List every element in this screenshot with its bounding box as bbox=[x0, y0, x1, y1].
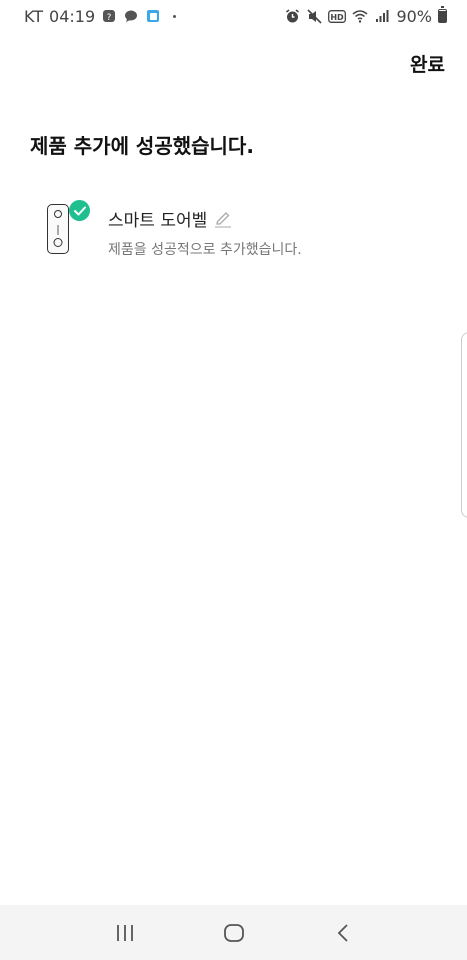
mute-icon bbox=[306, 8, 322, 24]
chat-icon bbox=[123, 8, 139, 24]
app-icon: ? bbox=[101, 8, 117, 24]
device-thumbnail bbox=[40, 200, 96, 260]
clock: 04:19 bbox=[49, 6, 96, 26]
carrier-label: KT bbox=[24, 6, 44, 26]
done-button[interactable]: 완료 bbox=[406, 46, 449, 81]
signal-icon bbox=[374, 8, 390, 24]
wifi-icon bbox=[352, 8, 368, 24]
battery-percent: 90% bbox=[396, 6, 432, 26]
home-icon bbox=[223, 923, 244, 942]
doorbell-device-icon bbox=[47, 204, 69, 254]
navigation-bar bbox=[0, 905, 467, 960]
status-right: HD 90% bbox=[284, 6, 447, 26]
square-app-icon bbox=[145, 8, 161, 24]
edit-pencil-icon[interactable] bbox=[213, 209, 233, 229]
device-info: 스마트 도어벨 제품을 성공적으로 추가했습니다. bbox=[108, 200, 302, 259]
device-name: 스마트 도어벨 bbox=[108, 211, 208, 231]
notification-dot bbox=[173, 14, 177, 18]
device-status-text: 제품을 성공적으로 추가했습니다. bbox=[108, 242, 302, 258]
device-list-item: 스마트 도어벨 제품을 성공적으로 추가했습니다. bbox=[40, 200, 302, 260]
status-bar: KT 04:19 ? HD 90% bbox=[0, 0, 467, 32]
recent-apps-icon bbox=[116, 924, 133, 941]
recent-apps-button[interactable] bbox=[105, 913, 145, 953]
success-check-icon bbox=[69, 200, 90, 221]
home-button[interactable] bbox=[214, 913, 254, 953]
back-button[interactable] bbox=[323, 913, 363, 953]
alarm-icon bbox=[284, 8, 300, 24]
battery-fill bbox=[439, 11, 446, 22]
back-icon bbox=[337, 923, 348, 942]
page-title: 제품 추가에 성공했습니다. bbox=[30, 134, 254, 158]
hd-icon: HD bbox=[328, 8, 347, 24]
status-left: KT 04:19 ? bbox=[24, 6, 177, 26]
svg-text:HD: HD bbox=[331, 13, 345, 22]
svg-text:?: ? bbox=[107, 13, 112, 23]
edge-panel-handle[interactable] bbox=[461, 332, 467, 518]
battery-icon bbox=[438, 6, 447, 23]
device-name-row: 스마트 도어벨 bbox=[108, 206, 302, 231]
